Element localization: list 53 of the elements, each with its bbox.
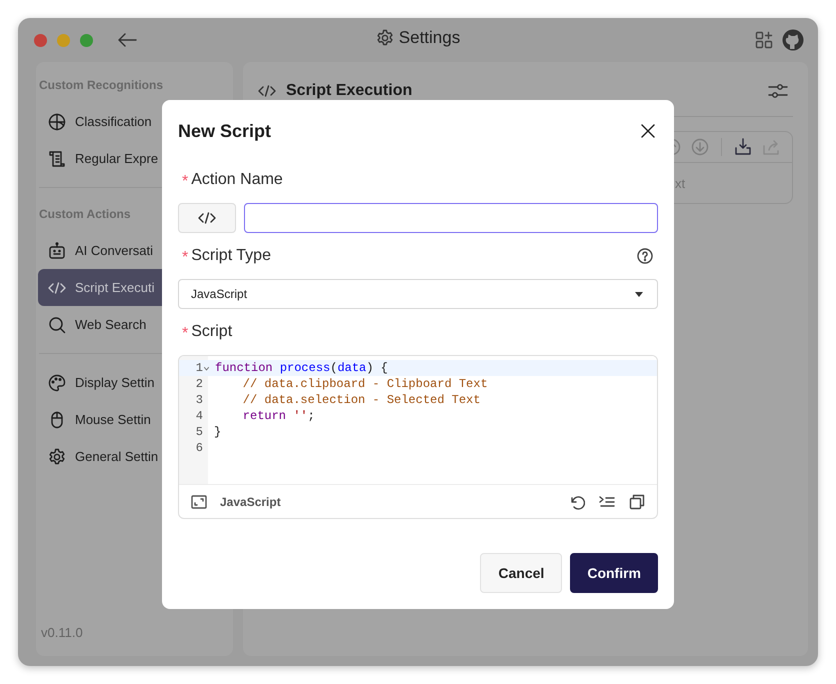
sliders-icon[interactable] — [768, 83, 788, 99]
line-number: 2 — [194, 377, 203, 391]
line-number: 4 — [194, 409, 203, 423]
settings-icon — [376, 29, 394, 47]
cancel-button[interactable]: Cancel — [480, 553, 562, 593]
confirm-button[interactable]: Confirm — [570, 553, 658, 593]
fold-caret-icon — [204, 367, 209, 371]
back-arrow-icon[interactable] — [117, 32, 137, 48]
globe-icon — [48, 112, 66, 130]
line-number: 3 — [194, 393, 203, 407]
input-field[interactable] — [244, 203, 658, 233]
field-label: Action Name — [191, 171, 283, 189]
add-apps-icon[interactable] — [755, 31, 773, 49]
line-number: 5 — [194, 425, 203, 439]
required-asterisk: * — [182, 324, 188, 342]
cat-logo-icon[interactable] — [782, 29, 804, 51]
line-number: 1 — [194, 361, 203, 375]
robot-icon — [48, 242, 66, 260]
code-icon — [48, 280, 66, 294]
copy-icon[interactable] — [629, 494, 645, 510]
settings-icon — [48, 448, 66, 466]
script-type-dropdown[interactable]: JavaScript — [178, 279, 658, 309]
required-asterisk: * — [182, 172, 188, 190]
code-icon — [198, 211, 216, 225]
code-text: // data.clipboard - Clipboard Text — [242, 377, 488, 391]
line-number: 6 — [194, 441, 203, 455]
format-icon[interactable] — [599, 494, 615, 510]
code-text: return ''; — [242, 409, 315, 423]
dialog-title: New Script — [178, 120, 272, 142]
required-asterisk: * — [182, 248, 188, 266]
code-icon — [258, 84, 276, 98]
code-editor[interactable]: 1 function process(data) { 2 // data.clipboard - Clipboard Text 3 // data.selection - Selected Text 4 return ''; 5 } 6 JavaScript — [178, 355, 658, 519]
search-icon — [48, 316, 66, 334]
code-text: function process(data) { — [215, 361, 388, 375]
code-text: // data.selection - Selected Text — [242, 393, 480, 407]
caret-icon — [635, 292, 643, 296]
field-label: Script — [191, 323, 232, 341]
help-icon[interactable] — [637, 248, 653, 264]
window-title: Settings — [398, 28, 460, 48]
section-heading: Custom Recognitions — [39, 77, 164, 94]
close-icon[interactable] — [641, 124, 655, 138]
panel-title: Script Execution — [286, 82, 412, 100]
download-tray-icon[interactable] — [734, 138, 752, 156]
palette-icon — [48, 374, 66, 392]
code-icon-button[interactable] — [178, 203, 236, 233]
version-label: v0.11.0 — [41, 625, 83, 640]
field-label: Script Type — [191, 247, 271, 265]
undo-icon[interactable] — [569, 494, 585, 510]
code-text: } — [214, 425, 222, 439]
language-label: JavaScript — [220, 494, 281, 508]
expand-icon[interactable] — [191, 494, 207, 510]
section-heading: Custom Actions — [39, 206, 131, 223]
scroll-icon — [48, 150, 66, 168]
